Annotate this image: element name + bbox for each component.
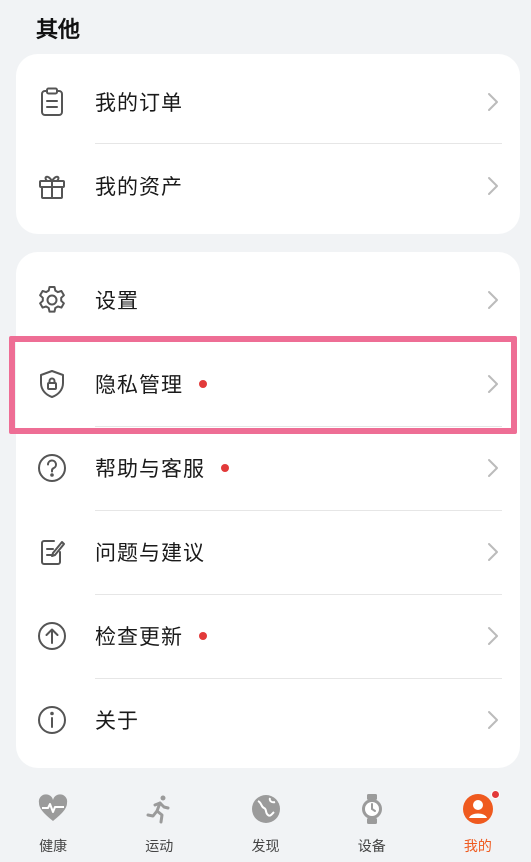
menu-item-label: 问题与建议 <box>95 537 205 567</box>
tab-label: 运动 <box>145 839 174 855</box>
card-settings-group: 设置 隐私管理 帮助与客服 问题与建议 检查更新 关于 <box>16 252 520 768</box>
menu-item-my-assets[interactable]: 我的资产 <box>16 144 520 228</box>
tab-me[interactable]: 我的 <box>425 776 531 862</box>
chevron-right-icon <box>486 625 500 647</box>
menu-item-text: 设置 <box>95 289 139 313</box>
menu-item-privacy[interactable]: 隐私管理 <box>16 342 520 426</box>
section-title: 其他 <box>36 18 81 43</box>
tab-discover[interactable]: 发现 <box>212 776 318 862</box>
chevron-right-icon <box>486 289 500 311</box>
menu-item-label: 我的订单 <box>95 91 183 115</box>
bottom-tab-bar: 健康 运动 发现 设备 我的 <box>0 776 531 862</box>
notification-dot <box>199 632 207 640</box>
menu-item-text: 帮助与客服 <box>95 457 205 481</box>
menu-item-feedback[interactable]: 问题与建议 <box>16 510 520 594</box>
arrow-up-circle-icon <box>34 618 70 654</box>
shield-lock-icon <box>34 366 70 402</box>
user-avatar-icon <box>461 792 495 826</box>
menu-item-label: 帮助与客服 <box>95 453 229 483</box>
menu-item-my-orders[interactable]: 我的订单 <box>16 60 520 144</box>
question-icon <box>34 450 70 486</box>
card-orders-assets: 我的订单 我的资产 <box>16 54 520 234</box>
menu-item-text: 检查更新 <box>95 625 183 649</box>
chevron-right-icon <box>486 175 500 197</box>
menu-item-label: 关于 <box>95 705 139 735</box>
clipboard-icon <box>34 84 70 120</box>
info-icon <box>34 702 70 738</box>
gift-icon <box>34 168 70 204</box>
runner-icon <box>142 792 176 826</box>
tab-health[interactable]: 健康 <box>0 776 106 862</box>
menu-item-text: 隐私管理 <box>95 373 183 397</box>
menu-item-text: 问题与建议 <box>95 541 205 565</box>
menu-item-check-update[interactable]: 检查更新 <box>16 594 520 678</box>
notification-dot <box>221 464 229 472</box>
chevron-right-icon <box>486 91 500 113</box>
edit-note-icon <box>34 534 70 570</box>
menu-item-label: 隐私管理 <box>95 369 207 399</box>
watch-icon <box>355 792 389 826</box>
chevron-right-icon <box>486 373 500 395</box>
heart-pulse-icon <box>36 792 70 826</box>
gear-icon <box>34 282 70 318</box>
menu-item-text: 关于 <box>95 709 139 733</box>
chevron-right-icon <box>486 457 500 479</box>
tab-devices[interactable]: 设备 <box>319 776 425 862</box>
chevron-right-icon <box>486 709 500 731</box>
menu-item-label: 检查更新 <box>95 621 207 651</box>
menu-item-help[interactable]: 帮助与客服 <box>16 426 520 510</box>
menu-item-label: 设置 <box>95 285 139 315</box>
tab-label: 健康 <box>39 839 68 855</box>
globe-icon <box>249 792 283 826</box>
menu-item-about[interactable]: 关于 <box>16 678 520 762</box>
tab-exercise[interactable]: 运动 <box>106 776 212 862</box>
tab-label: 我的 <box>463 839 492 855</box>
menu-item-settings[interactable]: 设置 <box>16 258 520 342</box>
tab-label: 设备 <box>357 839 386 855</box>
menu-item-label: 我的资产 <box>95 175 183 199</box>
chevron-right-icon <box>486 541 500 563</box>
tab-label: 发现 <box>251 839 280 855</box>
notification-dot <box>199 380 207 388</box>
notification-dot <box>490 790 500 799</box>
